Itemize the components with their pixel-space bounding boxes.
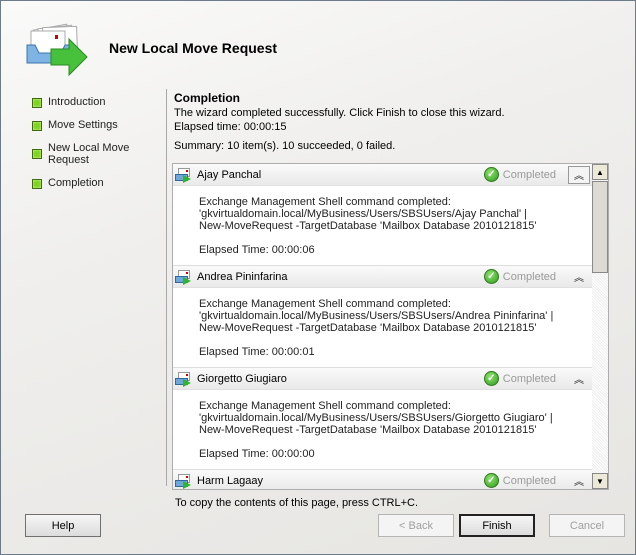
status-badge: ✓ Completed	[483, 269, 556, 284]
vertical-scrollbar[interactable]: ▲ ▼	[592, 164, 608, 489]
completion-panel: Completion The wizard completed successf…	[174, 91, 614, 153]
summary: Summary: 10 item(s). 10 succeeded, 0 fai…	[174, 140, 396, 152]
mailbox-icon	[175, 371, 192, 387]
step-complete-icon	[32, 149, 42, 159]
collapse-icon[interactable]: ︽	[568, 268, 590, 286]
check-icon: ✓	[483, 371, 499, 386]
wizard-window: New Local Move Request Introduction Move…	[0, 0, 636, 555]
step-label: Move Settings	[48, 119, 118, 131]
step-complete-icon	[32, 179, 42, 189]
result-item-header[interactable]: Harm Lagaay ✓ Completed ︽	[173, 470, 592, 490]
result-item-header[interactable]: Andrea Pininfarina ✓ Completed ︽	[173, 266, 592, 288]
scroll-up-button[interactable]: ▲	[592, 164, 608, 180]
detail-line: 'gkvirtualdomain.local/MyBusiness/Users/…	[199, 208, 528, 220]
status-text: Completed	[502, 270, 556, 283]
status-badge: ✓ Completed	[483, 167, 556, 182]
help-label: Help	[51, 519, 75, 532]
finish-button[interactable]: Finish	[459, 514, 535, 537]
status-text: Completed	[502, 372, 556, 385]
elapsed-time: Elapsed time: 00:00:15	[174, 121, 287, 133]
result-item-header[interactable]: Ajay Panchal ✓ Completed ︽	[173, 164, 592, 186]
result-item-details: Exchange Management Shell command comple…	[173, 390, 592, 470]
mailbox-icon	[175, 473, 192, 489]
scroll-thumb[interactable]	[592, 181, 608, 273]
help-button[interactable]: Help	[25, 514, 101, 537]
collapse-icon[interactable]: ︽	[568, 472, 590, 490]
status-badge: ✓ Completed	[483, 371, 556, 386]
item-name: Andrea Pininfarina	[197, 270, 288, 283]
collapse-icon[interactable]: ︽	[568, 370, 590, 388]
copy-hint: To copy the contents of this page, press…	[175, 497, 419, 509]
status-badge: ✓ Completed	[483, 473, 556, 488]
detail-line: New-MoveRequest -TargetDatabase 'Mailbox…	[199, 424, 537, 436]
step-complete-icon	[32, 121, 42, 131]
step-introduction: Introduction	[31, 96, 161, 108]
results-list[interactable]: Ajay Panchal ✓ Completed ︽ Exchange Manage…	[172, 163, 609, 490]
step-complete-icon	[32, 98, 42, 108]
wizard-steps: Introduction Move Settings New Local Mov…	[31, 96, 161, 200]
page-heading: Completion	[174, 91, 240, 105]
step-label: New Local Move Request	[48, 142, 130, 166]
divider	[166, 89, 167, 486]
detail-line: Exchange Management Shell command comple…	[199, 196, 451, 208]
result-item-details: Exchange Management Shell command comple…	[173, 186, 592, 266]
wizard-title: New Local Move Request	[109, 40, 278, 56]
step-completion: Completion	[31, 177, 161, 189]
step-label: Completion	[48, 177, 104, 189]
item-elapsed-time: Elapsed Time: 00:00:06	[199, 244, 315, 256]
mailbox-icon	[175, 269, 192, 285]
item-name: Ajay Panchal	[197, 168, 262, 181]
detail-line: Exchange Management Shell command comple…	[199, 298, 451, 310]
collapse-icon[interactable]: ︽	[568, 165, 590, 184]
detail-line: 'gkvirtualdomain.local/MyBusiness/Users/…	[199, 412, 553, 424]
detail-line: New-MoveRequest -TargetDatabase 'Mailbox…	[199, 220, 537, 232]
check-icon: ✓	[483, 269, 499, 284]
result-item-details: Exchange Management Shell command comple…	[173, 288, 592, 368]
detail-line: Exchange Management Shell command comple…	[199, 400, 451, 412]
status-text: Completed	[502, 474, 556, 487]
completion-message: The wizard completed successfully. Click…	[174, 107, 505, 119]
step-move-settings: Move Settings	[31, 119, 161, 131]
result-item-header[interactable]: Giorgetto Giugiaro ✓ Completed ︽	[173, 368, 592, 390]
back-button[interactable]: < Back	[378, 514, 454, 537]
detail-line: 'gkvirtualdomain.local/MyBusiness/Users/…	[199, 310, 554, 322]
detail-line: New-MoveRequest -TargetDatabase 'Mailbox…	[199, 322, 537, 334]
step-new-local-move-request: New Local Move Request	[31, 142, 131, 166]
scroll-down-button[interactable]: ▼	[592, 473, 608, 489]
item-name: Harm Lagaay	[197, 474, 264, 487]
check-icon: ✓	[483, 167, 499, 182]
item-name: Giorgetto Giugiaro	[197, 372, 287, 385]
move-mailbox-icon	[25, 19, 91, 79]
step-label: Introduction	[48, 96, 106, 108]
check-icon: ✓	[483, 473, 499, 488]
status-text: Completed	[502, 168, 556, 181]
cancel-button[interactable]: Cancel	[549, 514, 625, 537]
item-elapsed-time: Elapsed Time: 00:00:01	[199, 346, 315, 358]
item-elapsed-time: Elapsed Time: 00:00:00	[199, 448, 315, 460]
mailbox-icon	[175, 167, 192, 183]
